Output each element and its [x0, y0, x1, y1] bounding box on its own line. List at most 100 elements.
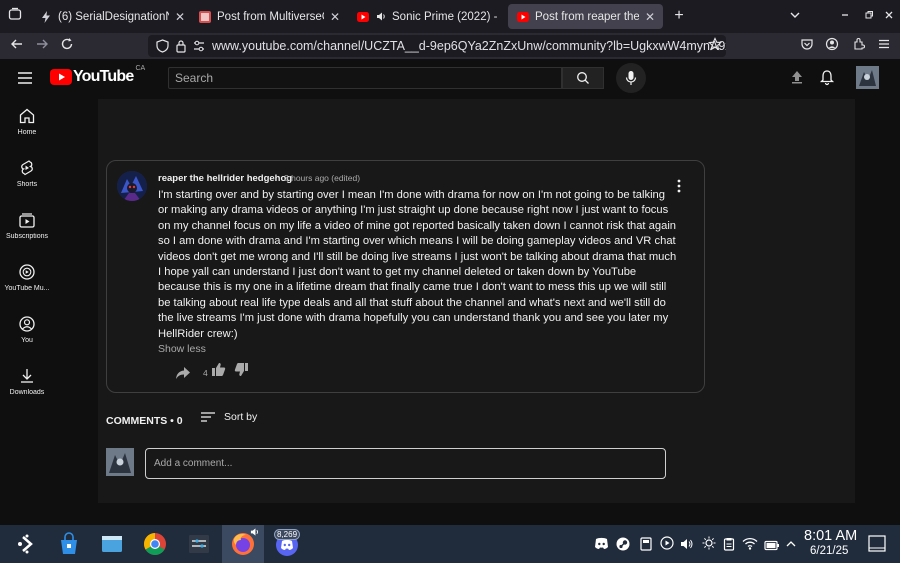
youtube-favicon — [516, 10, 529, 23]
pocket-icon[interactable] — [798, 37, 816, 55]
tab-sonic-prime[interactable]: Sonic Prime (2022) - — [348, 4, 508, 29]
browser-toolbar: www.youtube.com/channel/UCZTA__d-9ep6QYa… — [0, 33, 900, 59]
storage-tray-icon[interactable] — [640, 537, 652, 556]
wifi-tray-icon[interactable] — [742, 537, 758, 555]
close-window-icon[interactable] — [880, 7, 898, 25]
tab-label: Post from reaper the he — [535, 10, 639, 23]
battery-tray-icon[interactable] — [764, 538, 780, 556]
nav-item-subscriptions[interactable]: Subscriptions — [0, 203, 54, 251]
media-player-tray-icon[interactable] — [660, 536, 674, 555]
brightness-tray-icon[interactable] — [702, 536, 716, 555]
youtube-logo[interactable]: YouTube CA — [50, 65, 145, 86]
microphone-icon — [625, 71, 637, 85]
address-bar[interactable]: www.youtube.com/channel/UCZTA__d-9ep6QYa… — [148, 35, 726, 57]
nav-item-you[interactable]: You — [0, 307, 54, 355]
app-launcher-icon[interactable] — [14, 531, 40, 557]
search-input[interactable]: Search — [168, 67, 562, 89]
nav-item-label: Downloads — [9, 389, 45, 396]
url-text: www.youtube.com/channel/UCZTA__d-9ep6QYa… — [212, 39, 726, 53]
clock-date[interactable]: 6/21/25 — [810, 545, 848, 557]
permissions-icon[interactable] — [192, 39, 206, 56]
nav-item-home[interactable]: Home — [0, 99, 54, 147]
system-settings-icon[interactable] — [186, 531, 212, 557]
tab-post-reaper[interactable]: Post from reaper the he ✕ — [508, 4, 663, 29]
download-icon — [21, 369, 33, 383]
tab-serialdesignation[interactable]: (6) SerialDesignationN1: ✕ — [31, 4, 193, 29]
tab-multiversegac[interactable]: Post from MultiverseGac ✕ — [190, 4, 348, 29]
discord-tray-icon[interactable] — [594, 537, 609, 555]
steam-tray-icon[interactable] — [616, 537, 630, 556]
share-icon[interactable] — [175, 364, 191, 380]
clock-time[interactable]: 8:01 AM — [804, 528, 857, 544]
hamburger-menu-icon[interactable] — [875, 37, 893, 55]
image-favicon — [198, 10, 211, 23]
discover-store-icon[interactable] — [56, 531, 82, 557]
add-comment-input[interactable]: Add a comment... — [145, 448, 666, 479]
nav-item-label: Shorts — [16, 181, 38, 188]
author-avatar[interactable] — [117, 171, 147, 201]
nav-item-downloads[interactable]: Downloads — [0, 359, 54, 407]
post-author-name[interactable]: reaper the hellrider hedgehog — [158, 173, 292, 184]
thumbs-down-icon[interactable] — [234, 362, 249, 377]
show-less-button[interactable]: Show less — [158, 343, 206, 355]
left-guide: Home Shorts Subscriptions YouTube Mu... … — [0, 99, 54, 525]
shorts-icon — [21, 160, 33, 176]
minimize-icon[interactable] — [836, 7, 854, 25]
restore-icon[interactable] — [860, 7, 878, 25]
nav-item-shorts[interactable]: Shorts — [0, 151, 54, 199]
thumbs-up-icon[interactable] — [211, 362, 226, 377]
notifications-bell-icon[interactable] — [819, 69, 835, 91]
like-count: 4 — [203, 368, 208, 378]
voice-search-button[interactable] — [616, 63, 646, 93]
show-desktop-icon[interactable] — [868, 535, 886, 557]
file-manager-icon[interactable] — [99, 531, 125, 557]
you-icon — [19, 316, 35, 332]
back-arrow-icon[interactable] — [8, 37, 26, 55]
nav-item-label: YouTube Mu... — [4, 285, 50, 292]
lock-icon[interactable] — [175, 39, 187, 56]
os-taskbar: 8,269 — [0, 525, 900, 563]
bolt-icon — [39, 10, 52, 23]
community-post: reaper the hellrider hedgehog 3 hours ag… — [106, 160, 705, 393]
notification-count-badge: 8,269 — [274, 529, 301, 540]
youtube-favicon — [356, 10, 369, 23]
youtube-header: YouTube CA Search — [0, 59, 900, 99]
shield-icon[interactable] — [156, 39, 169, 56]
firefox-taskbar-button[interactable] — [222, 525, 264, 563]
sort-by-button[interactable]: Sort by — [200, 411, 257, 423]
forward-arrow-icon[interactable] — [33, 37, 51, 55]
tab-overview-icon[interactable] — [6, 7, 24, 25]
audio-playing-icon — [250, 528, 258, 536]
guide-menu-icon[interactable] — [17, 71, 33, 90]
speaker-icon[interactable] — [375, 10, 388, 23]
tab-list-chevron-icon[interactable] — [786, 7, 804, 25]
new-tab-button[interactable]: + — [670, 7, 688, 25]
account-icon[interactable] — [823, 37, 841, 55]
discord-taskbar-button[interactable]: 8,269 — [274, 529, 301, 557]
logo-wordmark: YouTube — [73, 68, 134, 85]
post-timestamp[interactable]: 3 hours ago (edited) — [284, 173, 360, 183]
nav-item-label: Home — [17, 129, 37, 136]
extensions-icon[interactable] — [850, 37, 868, 55]
close-icon[interactable]: ✕ — [645, 10, 655, 24]
chrome-icon[interactable] — [142, 531, 168, 557]
close-icon[interactable]: ✕ — [330, 10, 340, 24]
home-icon — [19, 108, 35, 124]
tab-label: Post from MultiverseGac — [217, 10, 324, 23]
clipboard-tray-icon[interactable] — [723, 537, 735, 556]
comments-count-heading: COMMENTS • 0 — [106, 415, 183, 427]
close-icon[interactable]: ✕ — [175, 10, 185, 24]
subscriptions-icon — [19, 213, 35, 228]
search-button[interactable] — [562, 67, 604, 89]
reload-icon[interactable] — [58, 37, 76, 55]
nav-item-youtube-music[interactable]: YouTube Mu... — [0, 255, 54, 303]
tab-label: (6) SerialDesignationN1: — [58, 10, 169, 23]
volume-tray-icon[interactable] — [680, 537, 694, 556]
sort-by-label: Sort by — [224, 411, 258, 423]
chevron-up-icon[interactable] — [785, 537, 797, 555]
search-icon — [577, 72, 589, 84]
bookmark-star-icon[interactable] — [706, 37, 724, 55]
profile-avatar[interactable] — [856, 66, 879, 89]
upload-icon[interactable] — [789, 69, 805, 90]
current-user-avatar — [106, 448, 134, 476]
